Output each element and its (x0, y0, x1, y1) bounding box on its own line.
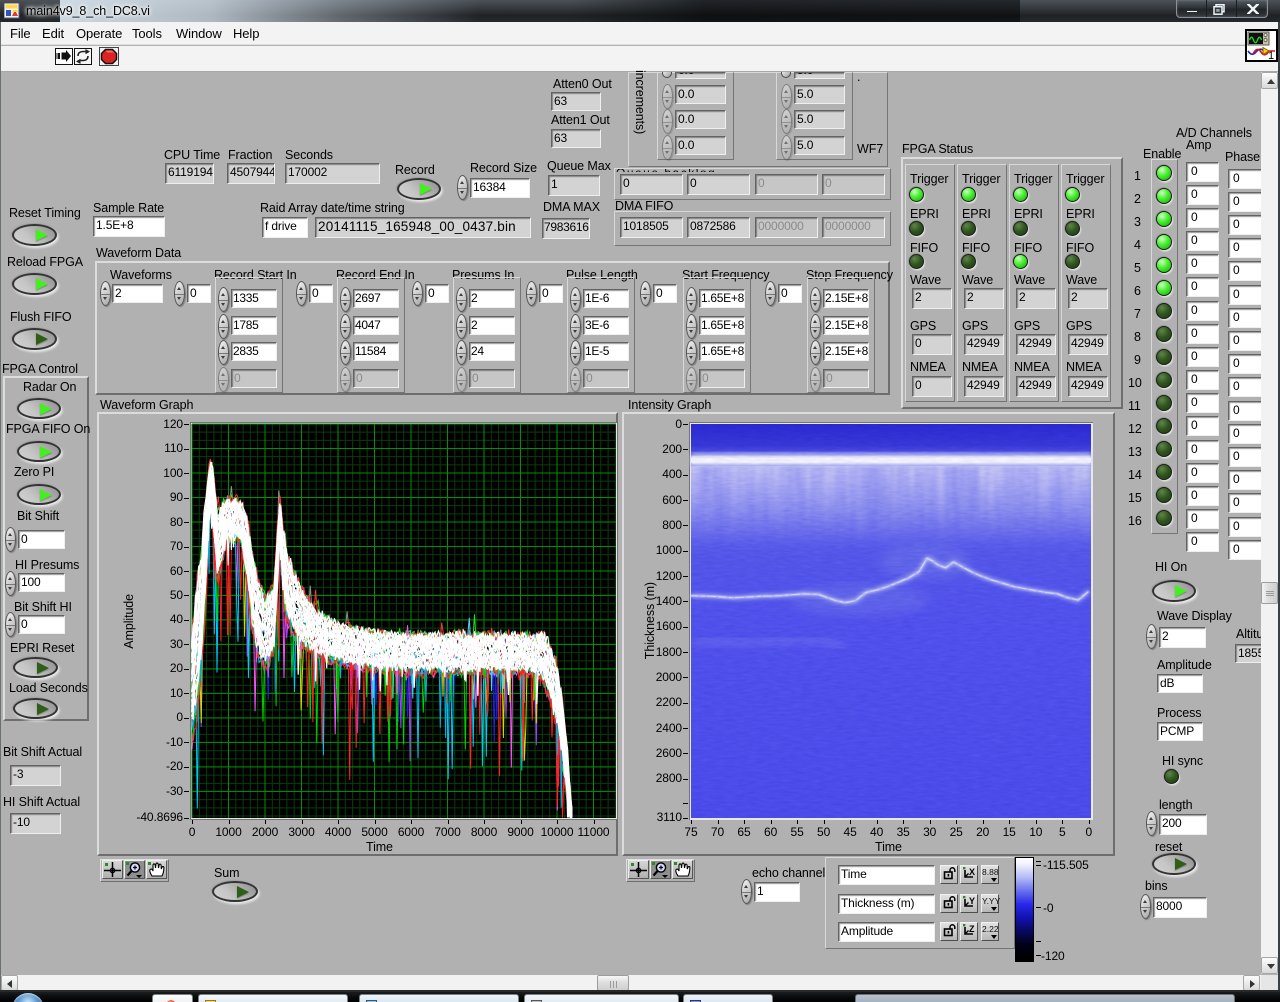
svg-text:1: 1 (1268, 50, 1274, 60)
svg-text:Y: Y (969, 896, 975, 906)
svg-text:X: X (969, 867, 975, 877)
svg-text:Z: Z (969, 924, 975, 934)
